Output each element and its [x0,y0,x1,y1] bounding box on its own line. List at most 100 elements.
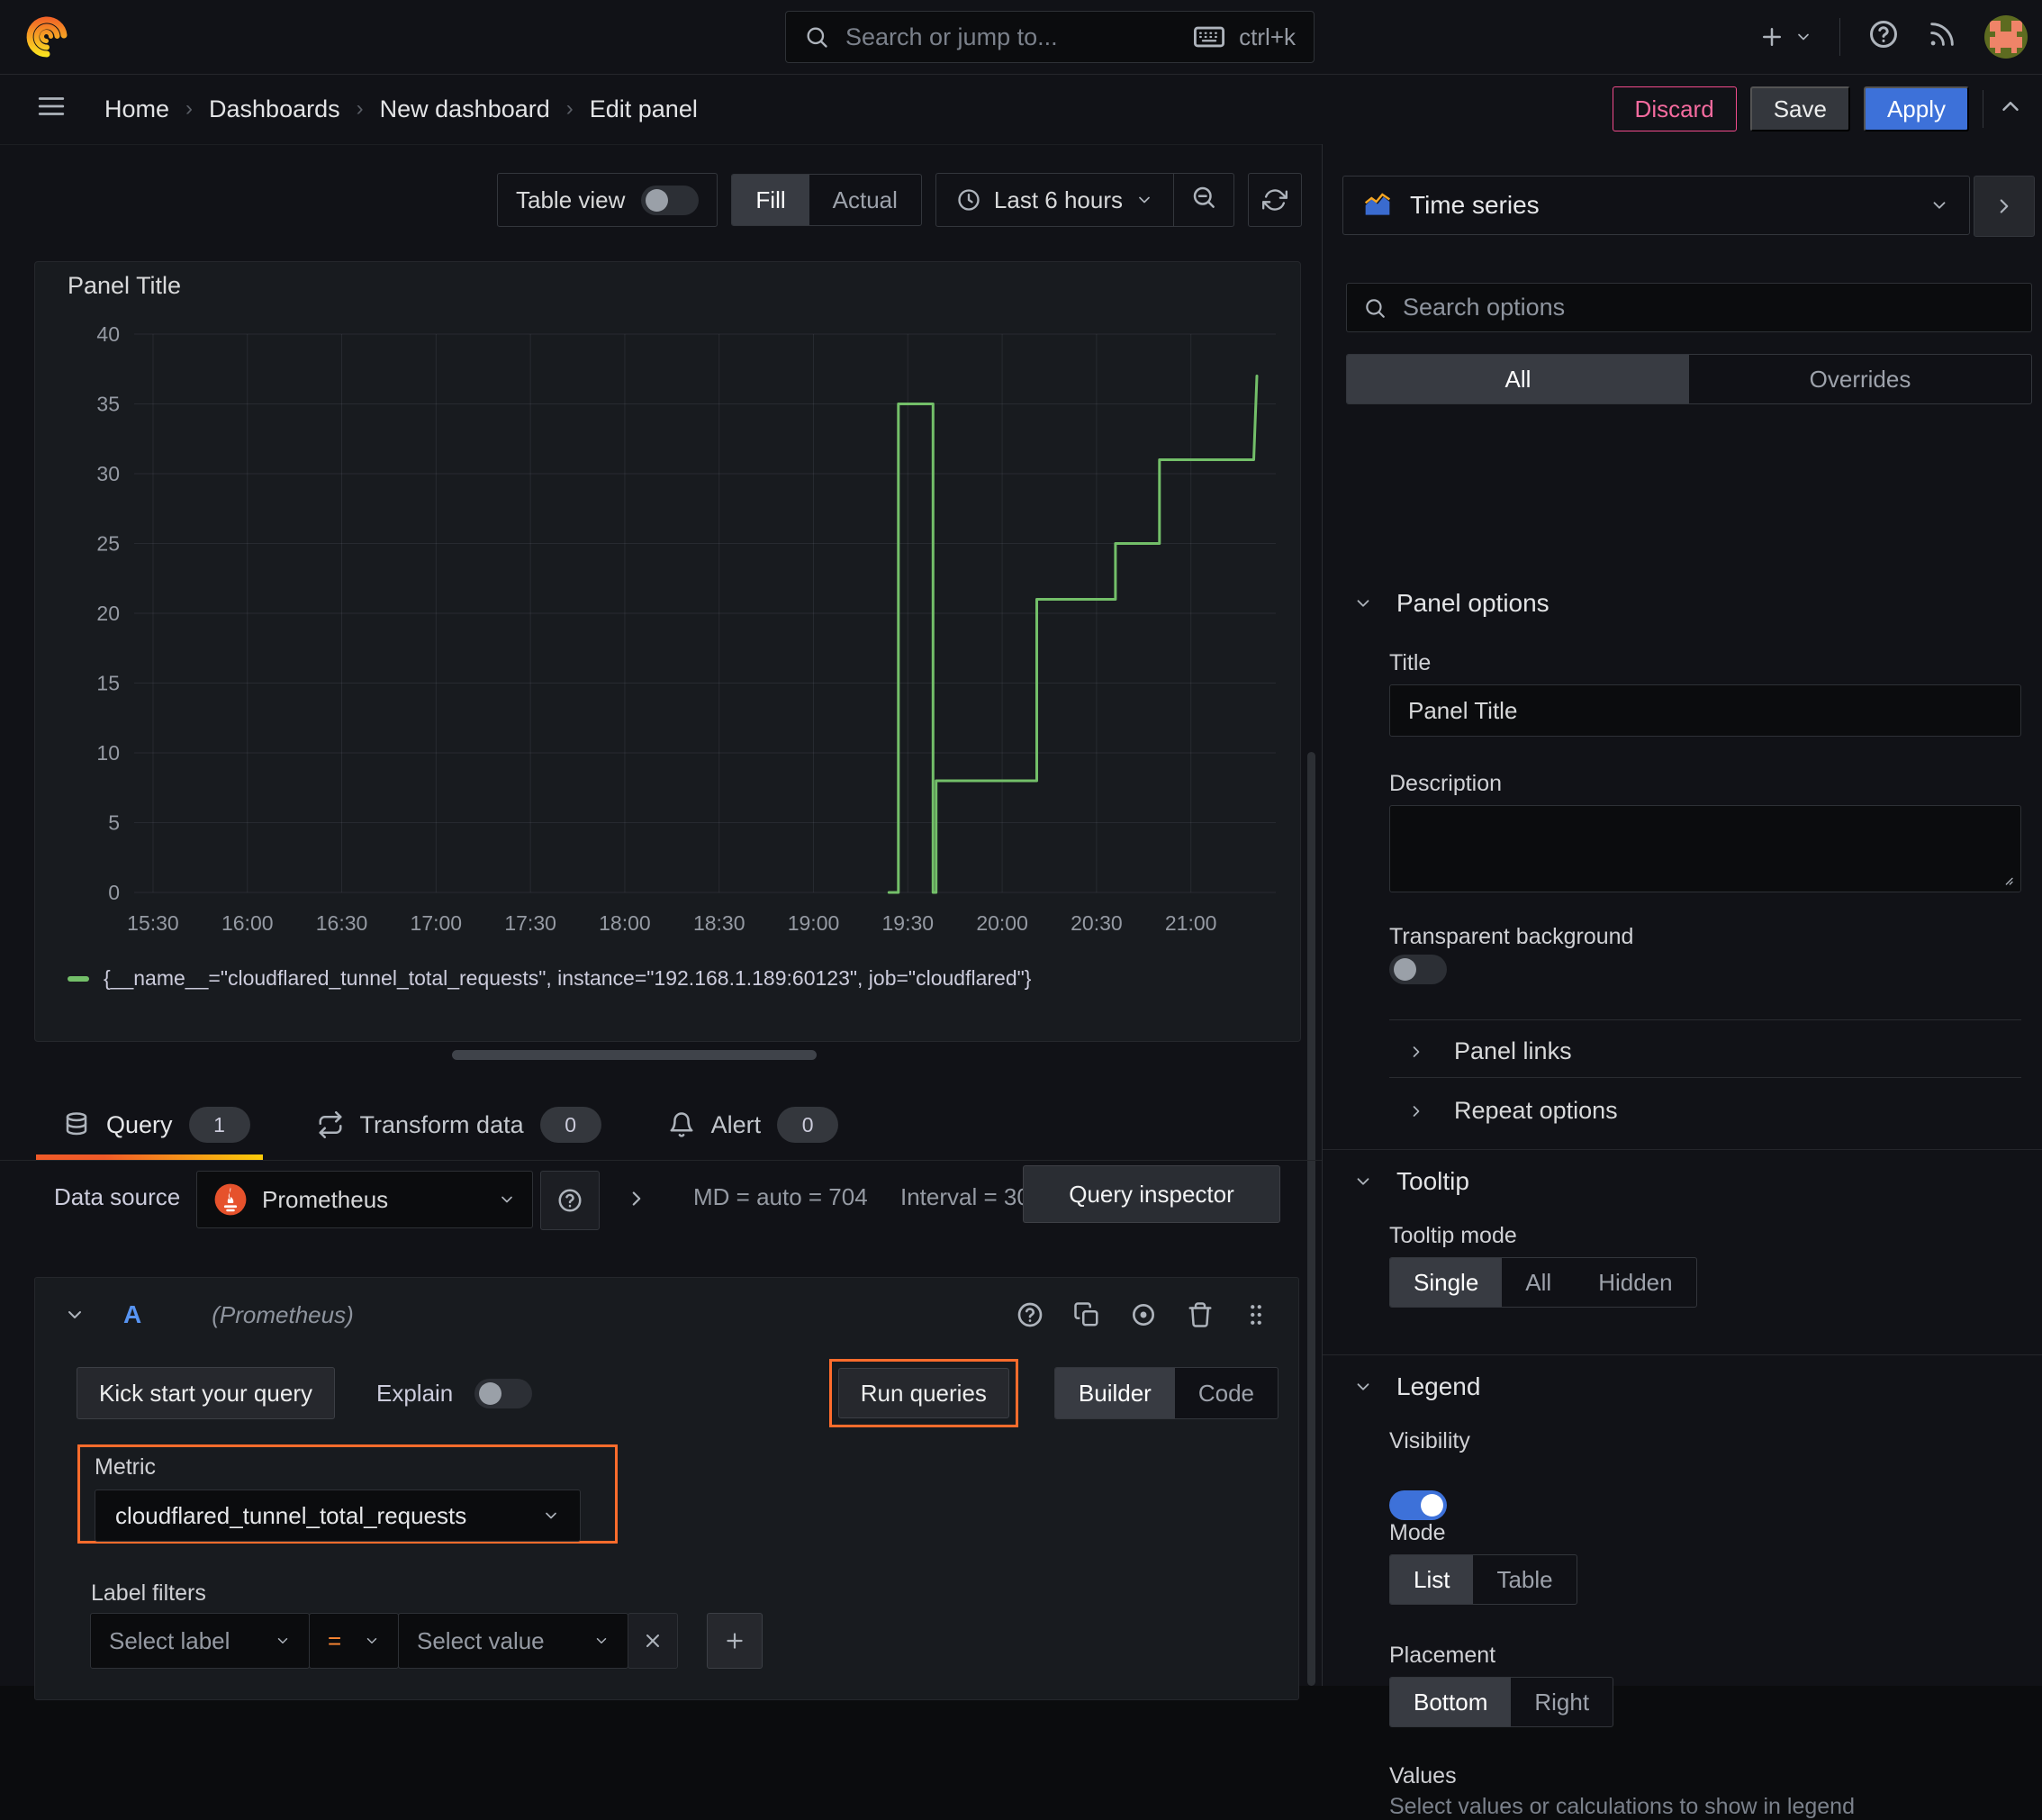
breadcrumb-new-dashboard[interactable]: New dashboard [380,95,550,123]
explain-label: Explain [375,1379,454,1407]
code-option[interactable]: Code [1175,1368,1278,1418]
legend-visibility-toggle[interactable] [1389,1490,1447,1520]
chart-legend: {__name__="cloudflared_tunnel_total_requ… [68,966,1031,991]
panel-links-label: Panel links [1454,1037,1572,1064]
run-queries-button[interactable]: Run queries [837,1368,1009,1418]
table-view-label: Table view [516,186,626,213]
tab-overrides[interactable]: Overrides [1689,355,2031,403]
table-view-control: Table view [497,173,718,227]
label-filter-row: Select label = Select value [90,1613,763,1669]
table-view-toggle[interactable] [641,185,700,215]
query-datasource-hint: (Prometheus) [212,1300,354,1328]
news-button[interactable] [1927,19,1957,56]
global-search[interactable]: ctrl+k [785,11,1315,63]
search-icon [1366,298,1385,318]
fill-option[interactable]: Fill [732,175,809,225]
select-label-dropdown[interactable]: Select label [90,1613,310,1669]
legend-placement-label: Placement [1389,1643,1496,1668]
tooltip-mode-all[interactable]: All [1502,1258,1575,1307]
svg-text:20:30: 20:30 [1071,911,1123,935]
svg-text:35: 35 [96,393,120,416]
discard-button[interactable]: Discard [1612,86,1737,131]
add-filter-button[interactable] [707,1613,763,1669]
metric-select[interactable]: cloudflared_tunnel_total_requests [95,1490,581,1542]
breadcrumb-bar: Home › Dashboards › New dashboard › Edit… [0,74,2042,145]
refresh-icon [1262,189,1288,211]
chevron-right-icon [1413,1046,1420,1057]
repeat-options-row[interactable]: Repeat options [1407,1097,1618,1125]
tab-transform-data[interactable]: Transform data 0 [317,1107,601,1143]
legend-placement-right[interactable]: Right [1511,1678,1613,1726]
drag-handle-icon[interactable] [1242,1301,1269,1328]
search-input[interactable] [844,22,1180,52]
time-range-button[interactable]: Last 6 hours [936,186,1173,214]
remove-filter-button[interactable] [628,1613,678,1669]
time-series-chart[interactable]: 0 5 10 15 20 25 30 35 40 15:30 16:00 16:30 17:00 17:3… [55,320,1288,950]
chevron-right-icon[interactable] [625,1187,648,1210]
new-menu-button[interactable] [1758,23,1812,50]
tab-all[interactable]: All [1347,355,1689,403]
breadcrumb-home[interactable]: Home [104,95,169,123]
explain-toggle[interactable] [474,1378,533,1408]
mega-menu-button[interactable] [36,91,67,128]
panel-links-row[interactable]: Panel links [1407,1037,1572,1065]
legend-placement-bottom[interactable]: Bottom [1390,1678,1512,1726]
query-inspector-button[interactable]: Query inspector [1023,1165,1280,1223]
apply-button[interactable]: Apply [1863,86,1969,131]
tab-query[interactable]: Query 1 [63,1107,250,1143]
visualization-picker[interactable]: Time series [1342,176,1970,235]
active-tab-indicator [36,1154,263,1160]
collapse-header-button[interactable] [1997,93,2024,126]
query-meta-md: MD = auto = 704 [693,1183,868,1210]
options-search-input[interactable] [1401,293,2015,322]
chevron-down-icon[interactable] [64,1304,86,1326]
breadcrumb: Home › Dashboards › New dashboard › Edit… [104,95,698,123]
avatar[interactable] [1984,15,2028,59]
disable-query-icon[interactable] [1129,1300,1158,1329]
resize-handle-icon[interactable] [2000,872,2014,886]
breadcrumb-dashboards[interactable]: Dashboards [209,95,340,123]
actual-option[interactable]: Actual [809,175,921,225]
help-button[interactable] [1867,18,1900,57]
legend-series-label[interactable]: {__name__="cloudflared_tunnel_total_requ… [104,966,1031,991]
tab-alert[interactable]: Alert 0 [668,1107,839,1143]
options-tabs: All Overrides [1346,354,2032,404]
duplicate-query-icon[interactable] [1073,1301,1100,1328]
grafana-logo[interactable] [25,15,68,65]
datasource-picker[interactable]: Prometheus [196,1171,533,1228]
tooltip-mode-hidden[interactable]: Hidden [1575,1258,1695,1307]
legend-mode-table[interactable]: Table [1473,1555,1576,1604]
save-button[interactable]: Save [1749,86,1850,131]
select-value-dropdown[interactable]: Select value [398,1613,628,1669]
panel-title[interactable]: Panel Title [35,262,1300,309]
zoom-out-button[interactable] [1174,184,1233,217]
query-help-icon[interactable] [1016,1300,1044,1329]
legend-header[interactable]: Legend [1353,1372,1480,1401]
top-nav-bar: ctrl+k [0,0,2042,75]
chevron-down-icon [1139,196,1150,204]
label-filters-label: Label filters [91,1580,206,1606]
datasource-help-button[interactable] [540,1171,600,1230]
tab-alert-count: 0 [777,1107,839,1143]
legend-mode-list[interactable]: List [1390,1555,1474,1604]
panel-options-header[interactable]: Panel options [1353,589,1550,618]
horizontal-scrollbar[interactable] [452,1050,817,1060]
delete-query-icon[interactable] [1187,1301,1214,1328]
builder-option[interactable]: Builder [1054,1368,1175,1418]
query-row-header[interactable]: A (Prometheus) [35,1278,1298,1352]
fill-actual-group: Fill Actual [731,174,922,226]
legend-values-label: Values [1389,1763,1457,1788]
transparent-bg-toggle[interactable] [1389,955,1447,984]
svg-text:40: 40 [96,322,120,346]
refresh-button[interactable] [1248,173,1302,227]
kick-start-button[interactable]: Kick start your query [77,1367,335,1419]
panel-preview: Panel Title 0 5 10 15 20 25 30 35 40 15:30 16:00 16… [34,261,1301,1042]
svg-text:19:00: 19:00 [788,911,840,935]
panel-title-input[interactable] [1389,684,2021,737]
description-textarea[interactable] [1389,805,2021,892]
options-search[interactable] [1346,283,2032,332]
tooltip-mode-single[interactable]: Single [1390,1258,1503,1307]
tooltip-header[interactable]: Tooltip [1353,1167,1469,1196]
viz-suggestions-button[interactable] [1974,176,2035,237]
operator-dropdown[interactable]: = [309,1613,399,1669]
